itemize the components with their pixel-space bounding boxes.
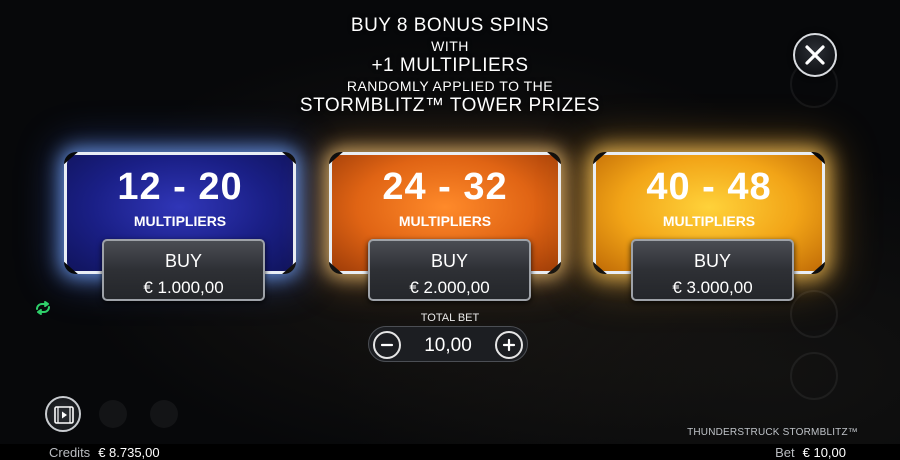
multiplier-range: 24 - 32 [382,166,508,208]
buy-price: € 1.000,00 [143,278,224,297]
credits-label: Credits [49,445,91,460]
header-line-1: BUY 8 BONUS SPINS [350,15,550,36]
bonus-offer-header: BUY 8 BONUS SPINS WITH +1 MULTIPLIERS RA… [0,14,900,118]
plus-icon [502,338,516,352]
credits-display: Credits € 8.735,00 [49,445,160,460]
background-decoration [790,352,838,400]
video-icon [54,406,74,424]
multiplier-label: MULTIPLIERS [662,213,756,229]
total-bet-label: TOTAL BET [420,312,480,324]
buy-label: BUY [430,251,468,271]
dimmed-icon [150,400,178,428]
close-icon [805,45,825,65]
multiplier-label: MULTIPLIERS [133,213,227,229]
dimmed-icon [99,400,127,428]
buy-label: BUY [164,251,202,271]
buy-button-3[interactable]: BUY € 3.000,00 [631,239,794,301]
game-title: THUNDERSTRUCK STORMBLITZ™ [687,427,858,438]
buy-price: € 3.000,00 [672,278,753,297]
increase-bet-button[interactable] [495,331,523,359]
bet-label: Bet [775,445,795,460]
header-line-4: RANDOMLY APPLIED TO THE [346,78,554,94]
total-bet-stepper: 10,00 [368,326,528,362]
close-button[interactable] [793,33,837,77]
buy-label: BUY [693,251,731,271]
multiplier-label: MULTIPLIERS [398,213,492,229]
multiplier-range: 40 - 48 [646,166,772,208]
multiplier-range: 12 - 20 [117,166,243,208]
buy-price: € 2.000,00 [409,278,490,297]
bet-display: Bet € 10,00 [775,445,846,460]
loop-icon[interactable] [33,300,53,316]
buy-button-2[interactable]: BUY € 2.000,00 [368,239,531,301]
header-line-2: WITH [431,38,469,54]
footer-bar: Credits € 8.735,00 Bet € 10,00 [0,444,900,460]
header-line-3: +1 MULTIPLIERS [371,55,529,76]
credits-value: € 8.735,00 [98,445,160,460]
header-line-5: STORMBLITZ™ TOWER PRIZES [299,95,601,116]
bet-value: € 10,00 [802,445,846,460]
buy-button-1[interactable]: BUY € 1.000,00 [102,239,265,301]
video-button[interactable] [45,396,81,432]
